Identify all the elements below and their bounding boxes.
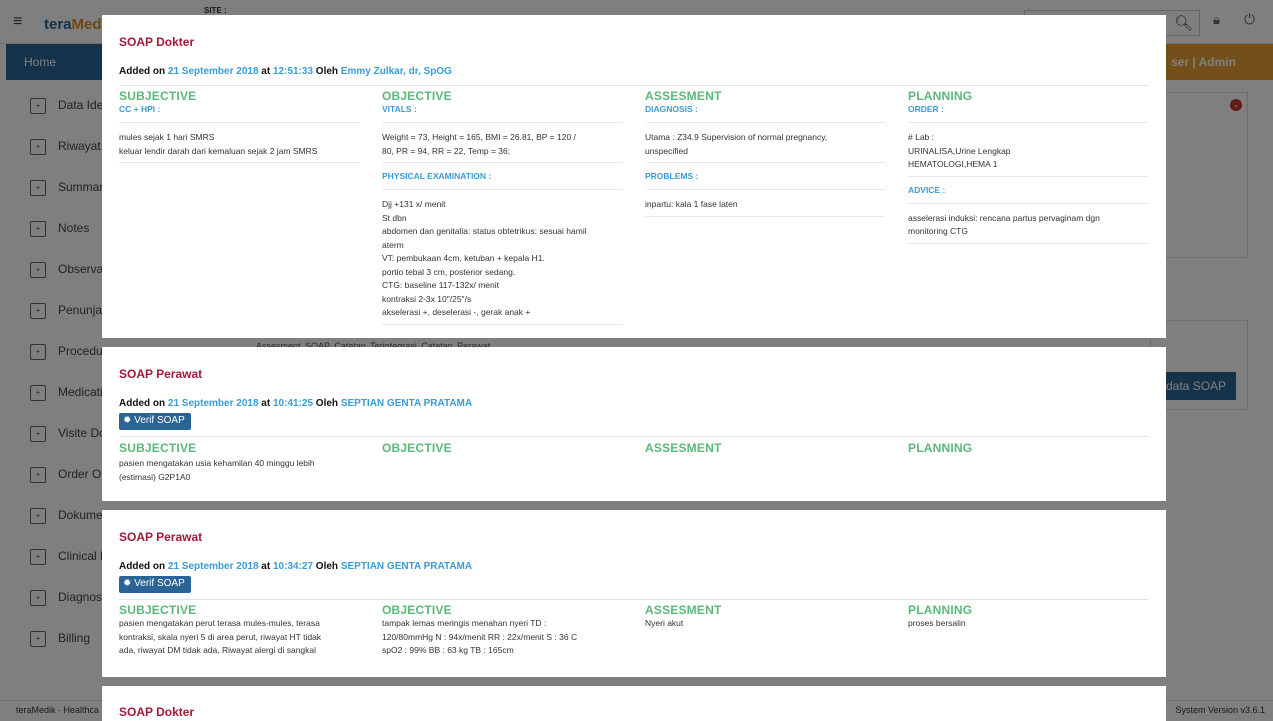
section-text: Weight = 73, Height = 165, BMI = 26.81, …: [382, 132, 576, 156]
added-info: Added on 21 September 2018 at 10:41:25 O…: [119, 398, 473, 409]
section-subtitle: VITALS :: [382, 104, 417, 114]
section-title: SUBJECTIVE: [119, 441, 197, 455]
section-title: SUBJECTIVE: [119, 89, 197, 103]
section-subtitle: DIAGNOSIS :: [645, 104, 698, 114]
divider: [119, 85, 1149, 86]
assesment-column: ASSESMENT DIAGNOSIS : Utama : Z34.9 Supe…: [645, 89, 885, 225]
card-title: SOAP Perawat: [119, 367, 203, 381]
section-subtitle: PHYSICAL EXAMINATION :: [382, 171, 492, 181]
section-title: ASSESMENT: [645, 89, 722, 103]
section-subtitle: CC + HPI :: [119, 104, 161, 114]
section-text: pasien mengatakan usia kehamilan 40 ming…: [119, 458, 315, 482]
soap-card: SOAP Dokter: [102, 686, 1166, 721]
section-text: Utama : Z34.9 Supervision of normal preg…: [645, 132, 828, 156]
section-title: ASSESMENT: [645, 441, 722, 455]
objective-column: OBJECTIVE tampak lemas meringis menahan …: [382, 603, 622, 658]
divider: [119, 436, 1149, 437]
soap-card: SOAP Perawat Added on 21 September 2018 …: [102, 510, 1166, 677]
section-text: tampak lemas meringis menahan nyeri TD :…: [382, 618, 578, 655]
added-info: Added on 21 September 2018 at 12:51:33 O…: [119, 66, 452, 77]
section-text: pasien mengatakan perut terasa mules-mul…: [119, 618, 322, 655]
section-subtitle: PROBLEMS :: [645, 171, 699, 181]
soap-card: SOAP Perawat Added on 21 September 2018 …: [102, 347, 1166, 501]
section-text: Nyeri akut: [645, 618, 684, 628]
assesment-column: ASSESMENT Nyeri akut: [645, 603, 885, 631]
section-text: mules sejak 1 hari SMRS keluar lendir da…: [119, 132, 318, 156]
section-title: OBJECTIVE: [382, 441, 452, 455]
section-title: ASSESMENT: [645, 603, 722, 617]
section-text: inpartu: kala 1 fase laten: [645, 199, 738, 209]
objective-column: OBJECTIVE VITALS : Weight = 73, Height =…: [382, 89, 622, 333]
section-title: OBJECTIVE: [382, 603, 452, 617]
card-title: SOAP Dokter: [119, 35, 195, 49]
planning-column: PLANNING proses bersalin: [908, 603, 1148, 631]
subjective-column: SUBJECTIVE CC + HPI : mules sejak 1 hari…: [119, 89, 359, 171]
planning-column: PLANNING ORDER : # Lab : URINALISA,Urine…: [908, 89, 1148, 252]
verif-soap-button[interactable]: ✹ Verif SOAP: [119, 576, 191, 593]
subjective-column: SUBJECTIVE pasien mengatakan perut teras…: [119, 603, 359, 658]
section-title: OBJECTIVE: [382, 89, 452, 103]
planning-column: PLANNING: [908, 441, 1148, 455]
section-text: asselerasi induksi: rencana partus perva…: [908, 212, 1100, 237]
added-info: Added on 21 September 2018 at 10:34:27 O…: [119, 561, 473, 572]
soap-card: SOAP Dokter Added on 21 September 2018 a…: [102, 15, 1166, 338]
section-title: PLANNING: [908, 603, 973, 617]
verif-soap-button[interactable]: ✹ Verif SOAP: [119, 413, 191, 430]
card-title: SOAP Perawat: [119, 530, 203, 544]
section-title: SUBJECTIVE: [119, 603, 197, 617]
section-text: proses bersalin: [908, 618, 966, 628]
assesment-column: ASSESMENT: [645, 441, 885, 455]
section-subtitle: ADVICE :: [908, 184, 946, 195]
card-title: SOAP Dokter: [119, 705, 195, 719]
section-text: # Lab : URINALISA,Urine Lengkap HEMATOLO…: [908, 132, 1011, 169]
section-subtitle: ORDER :: [908, 104, 944, 114]
section-title: PLANNING: [908, 441, 973, 455]
section-title: PLANNING: [908, 89, 973, 103]
section-text: Djj +131 x/ menit St dbn abdomen dan gen…: [382, 199, 587, 317]
divider: [119, 599, 1149, 600]
subjective-column: SUBJECTIVE pasien mengatakan usia kehami…: [119, 441, 359, 484]
objective-column: OBJECTIVE: [382, 441, 622, 455]
